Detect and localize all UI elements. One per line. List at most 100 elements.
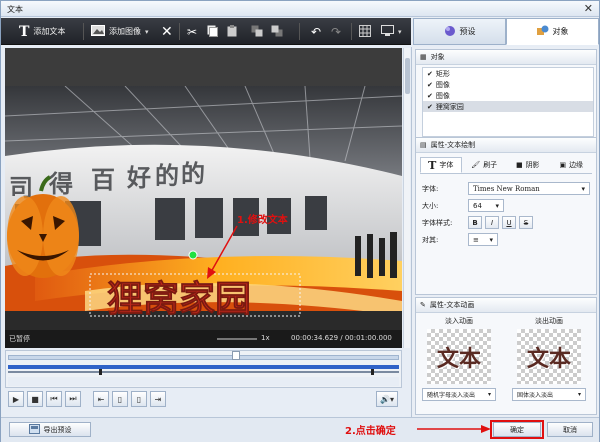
add-text-button[interactable]: T 添加文本 — [19, 18, 65, 45]
prev-frame-button[interactable]: ⏮ — [46, 391, 62, 407]
display-button[interactable]: ▾ — [381, 18, 402, 45]
font-row: 字体: Times New Roman ▾ — [416, 180, 596, 197]
chevron-down-icon[interactable]: ▾ — [398, 28, 402, 36]
out-marker[interactable] — [371, 369, 374, 375]
in-marker[interactable] — [99, 369, 102, 375]
objects-title: 对象 — [430, 53, 445, 61]
window-title: 文本 — [7, 5, 23, 14]
tree-item[interactable]: ✔ 图像 — [423, 90, 593, 101]
align-select[interactable]: ≡ ▾ — [468, 233, 498, 246]
font-select[interactable]: Times New Roman ▾ — [468, 182, 590, 195]
cancel-label: 取消 — [563, 425, 577, 434]
bold-button[interactable]: B — [468, 216, 482, 229]
fade-out-select[interactable]: 固体淡入淡出 ▾ — [512, 388, 586, 401]
anim-props-header: ✎ 属性-文本动画 — [416, 298, 596, 313]
ok-button[interactable]: 确定 — [493, 422, 541, 437]
send-back-button[interactable] — [271, 18, 284, 45]
anim-props-title: 属性-文本动画 — [429, 301, 475, 309]
add-image-label: 添加图像 — [109, 27, 141, 36]
copy-button[interactable] — [207, 18, 218, 45]
subtab-font[interactable]: T 字体 — [420, 157, 462, 173]
timeline-lower-track — [8, 377, 399, 386]
skip-back-icon: ⏮ — [50, 394, 58, 403]
rotate-handle[interactable] — [188, 250, 198, 260]
check-icon[interactable]: ✔ — [427, 81, 433, 89]
text-props-group: ▤ 属性-文本绘制 T 字体 🖌 刷子 ■ 阴影 ▣ 边缘 字体: Times New … — [415, 137, 597, 295]
objects-header: ▦ 对象 — [416, 50, 596, 65]
fade-in-select[interactable]: 随机字母淡入淡出 ▾ — [422, 388, 496, 401]
mark-in-out-button[interactable]: ▯ — [112, 391, 128, 407]
fade-out-preview[interactable]: 文本 — [517, 329, 581, 384]
text-editor-window: 文本 ✕ T 添加文本 添加图像 ▾ ✕ ✂ ↶ ↷ ▾ 预设 对象 司 得 百… — [0, 0, 600, 442]
delete-button[interactable]: ✕ — [161, 18, 173, 45]
size-value: 64 — [473, 201, 482, 210]
svg-text:的: 的 — [155, 162, 179, 190]
vertical-scrollbar[interactable] — [403, 48, 410, 348]
next-frame-button[interactable]: ⏭ — [65, 391, 81, 407]
cancel-button[interactable]: 取消 — [547, 422, 593, 437]
style-row: 字体样式: B I U S — [416, 214, 596, 231]
text-props-subtabs: T 字体 🖌 刷子 ■ 阴影 ▣ 边缘 — [416, 153, 596, 173]
mark-out-button[interactable]: ⇥ — [150, 391, 166, 407]
speed-value: 1x — [261, 334, 270, 342]
annotation-step2: 2.点击确定 — [345, 426, 396, 437]
speed-slider[interactable] — [217, 338, 257, 340]
redo-button[interactable]: ↷ — [331, 18, 341, 45]
check-icon[interactable]: ✔ — [427, 103, 433, 111]
play-button[interactable]: ▶ — [8, 391, 24, 407]
size-select[interactable]: 64 ▾ — [468, 199, 504, 212]
delete-x-icon: ✕ — [161, 23, 173, 40]
export-presets-button[interactable]: 导出预设 — [9, 422, 91, 437]
bring-front-button[interactable] — [251, 18, 264, 45]
clip-track[interactable] — [8, 365, 399, 369]
chevron-down-icon[interactable]: ▾ — [145, 28, 149, 36]
track-line — [8, 371, 399, 373]
tree-item[interactable]: ✔ 图像 — [423, 79, 593, 90]
chevron-down-icon: ▾ — [581, 184, 585, 193]
title-bar: 文本 ✕ — [1, 1, 599, 17]
toolbar-separator — [179, 23, 180, 40]
subtab-brush[interactable]: 🖌 刷子 — [464, 157, 506, 173]
add-text-label: 添加文本 — [33, 27, 66, 36]
video-canvas[interactable]: 司得百 好的的 狸窝家园 1.修改文本 — [5, 86, 402, 330]
stop-button[interactable]: ■ — [27, 391, 43, 407]
playback-controls: ▶ ■ ⏮ ⏭ ⇤ ▯ ▯ ⇥ 🔊▾ — [5, 389, 402, 409]
stop-icon: ■ — [31, 394, 39, 404]
timeline-ruler[interactable] — [8, 355, 399, 360]
subtab-shadow[interactable]: ■ 阴影 — [507, 157, 549, 173]
align-label: 对其: — [422, 235, 439, 244]
mark-in-icon: ⇤ — [97, 394, 105, 404]
fade-in-preview[interactable]: 文本 — [427, 329, 491, 384]
undo-button[interactable]: ↶ — [311, 18, 321, 45]
mark-in-button[interactable]: ⇤ — [93, 391, 109, 407]
video-frame-image: 司得百 好的的 狸窝家园 1.修改文本 — [5, 86, 402, 330]
italic-button[interactable]: I — [485, 216, 499, 229]
tab-objects-label: 对象 — [552, 27, 569, 36]
close-icon[interactable]: ✕ — [584, 2, 593, 15]
video-status-bar: 已暂停 1x 00:00:34.629 / 00:01:00.000 — [5, 330, 402, 348]
tab-presets[interactable]: 预设 — [413, 18, 506, 45]
toolbar-separator — [299, 23, 300, 40]
underline-button[interactable]: U — [502, 216, 516, 229]
tree-item-selected[interactable]: ✔ 狸窝家园 — [423, 101, 593, 112]
scroll-thumb[interactable] — [405, 58, 410, 94]
grid-icon — [359, 24, 371, 39]
strikethrough-button[interactable]: S — [519, 216, 533, 229]
overlay-text[interactable]: 狸窝家园 — [107, 278, 252, 321]
size-row: 大小: 64 ▾ — [416, 197, 596, 214]
add-image-button[interactable]: 添加图像 ▾ — [91, 18, 149, 45]
tree-item[interactable]: ✔ 矩形 — [423, 68, 593, 79]
mark-out-inner-button[interactable]: ▯ — [131, 391, 147, 407]
cut-button[interactable]: ✂ — [187, 18, 197, 45]
text-props-header: ▤ 属性-文本绘制 — [416, 138, 596, 153]
volume-button[interactable]: 🔊▾ — [376, 391, 398, 407]
timeline[interactable] — [5, 350, 402, 388]
check-icon[interactable]: ✔ — [427, 92, 433, 100]
check-icon[interactable]: ✔ — [427, 70, 433, 78]
paste-button[interactable] — [227, 18, 238, 45]
svg-text:的: 的 — [181, 160, 205, 188]
subtab-edge[interactable]: ▣ 边缘 — [551, 157, 593, 173]
tab-objects[interactable]: 对象 — [506, 18, 599, 45]
grid-button[interactable] — [359, 18, 371, 45]
playhead-handle[interactable] — [232, 351, 240, 360]
